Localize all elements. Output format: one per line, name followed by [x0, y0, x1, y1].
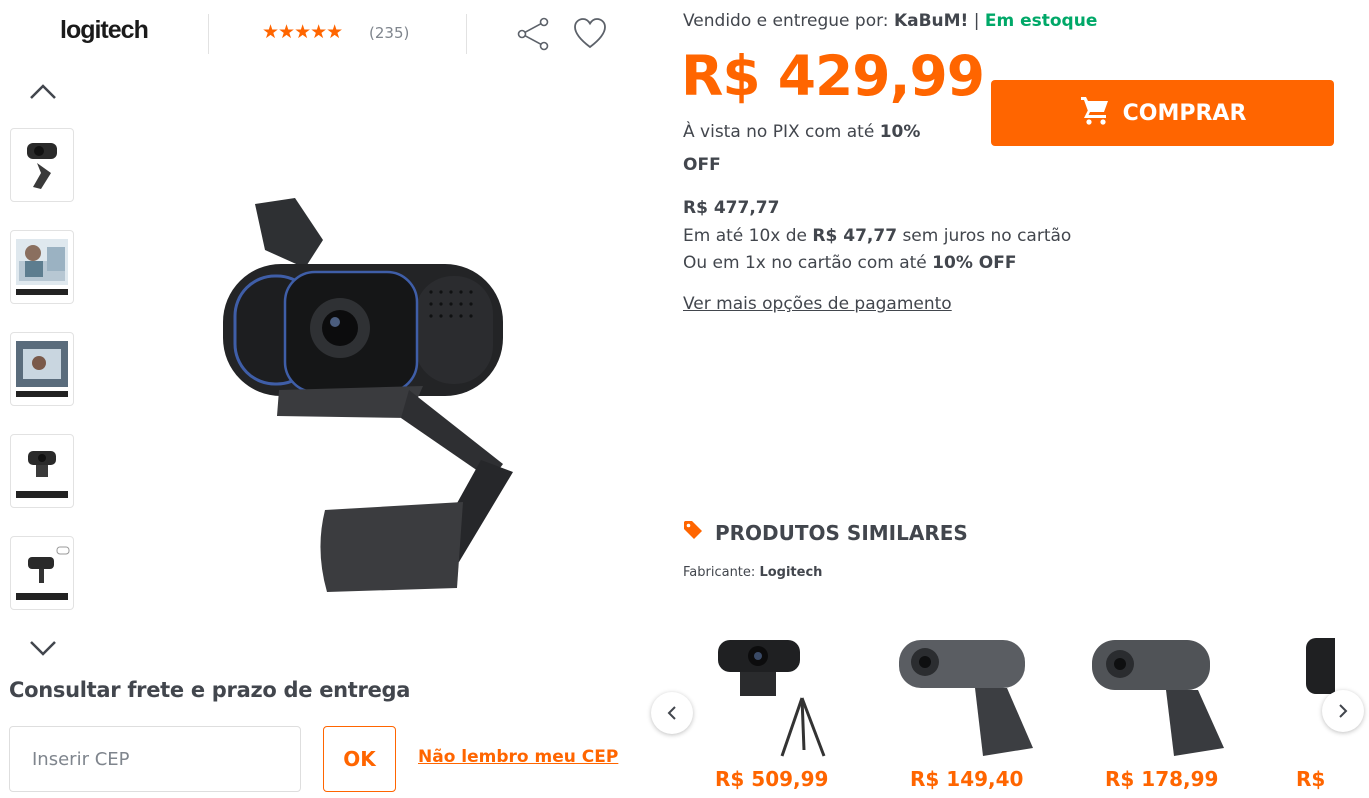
buy-label: COMPRAR	[1122, 100, 1247, 126]
pix-info: À vista no PIX com até 10% OFF	[683, 116, 958, 182]
seller-name[interactable]: KaBuM!	[894, 11, 968, 31]
similar-product-image-2[interactable]	[895, 632, 1040, 766]
seller-separator: |	[973, 11, 980, 31]
similar-product-price-3[interactable]: R$ 178,99	[1105, 767, 1218, 791]
more-payment-options-link[interactable]: Ver mais opções de pagamento	[683, 294, 952, 314]
heart-icon[interactable]	[572, 16, 608, 56]
product-main-image[interactable]	[195, 180, 525, 604]
thumbnail-2[interactable]	[10, 230, 74, 304]
share-icon[interactable]	[516, 16, 552, 56]
tag-icon	[683, 520, 703, 545]
similar-product-price-2[interactable]: R$ 149,40	[910, 767, 1023, 791]
review-count[interactable]: (235)	[369, 24, 409, 42]
buy-button[interactable]: COMPRAR	[991, 80, 1334, 146]
thumbnail-4[interactable]	[10, 434, 74, 508]
similar-product-price-1[interactable]: R$ 509,99	[715, 767, 828, 791]
similar-product-image-4[interactable]	[1300, 632, 1335, 702]
chevron-up-icon[interactable]	[28, 82, 58, 102]
chevron-right-icon[interactable]	[1322, 690, 1364, 732]
pix-prefix: À vista no PIX com até	[683, 122, 875, 142]
brand-logo[interactable]: logitech	[60, 16, 149, 45]
similar-product-image-3[interactable]	[1090, 632, 1230, 766]
cart-icon	[1079, 94, 1111, 132]
similar-product-image-1[interactable]	[710, 632, 840, 766]
seller-info: Vendido e entregue por: KaBuM! | Em esto…	[683, 11, 1097, 31]
old-price: R$ 477,77	[683, 198, 780, 218]
similar-products-title: PRODUTOS SIMILARES	[683, 520, 968, 545]
divider	[466, 14, 467, 54]
installments-prefix: Em até 10x de	[683, 226, 807, 246]
price: R$ 429,99	[681, 44, 985, 108]
installments-info: Em até 10x de R$ 47,77 sem juros no cart…	[683, 226, 1071, 246]
similar-product-price-4[interactable]: R$	[1296, 767, 1326, 791]
thumbnail-1[interactable]	[10, 128, 74, 202]
maker-prefix: Fabricante:	[683, 565, 756, 580]
rating-stars[interactable]: ★★★★★	[262, 21, 343, 43]
divider	[208, 14, 209, 54]
similar-title-text: PRODUTOS SIMILARES	[715, 520, 968, 545]
cep-input[interactable]	[9, 726, 301, 792]
card-discount: 10% OFF	[932, 253, 1017, 273]
forgot-cep-link[interactable]: Não lembro meu CEP	[418, 747, 618, 767]
card-discount-info: Ou em 1x no cartão com até 10% OFF	[683, 253, 1016, 273]
maker-name[interactable]: Logitech	[759, 565, 822, 580]
thumbnail-5[interactable]	[10, 536, 74, 610]
cep-ok-button[interactable]: OK	[323, 726, 396, 792]
chevron-left-icon[interactable]	[651, 692, 693, 734]
card-prefix: Ou em 1x no cartão com até	[683, 253, 927, 273]
stock-status: Em estoque	[984, 11, 1098, 31]
seller-prefix: Vendido e entregue por:	[683, 11, 889, 31]
shipping-title: Consultar frete e prazo de entrega	[9, 678, 411, 702]
thumbnail-3[interactable]	[10, 332, 74, 406]
chevron-down-icon[interactable]	[28, 638, 58, 658]
installment-value: R$ 47,77	[812, 226, 898, 246]
manufacturer: Fabricante: Logitech	[683, 565, 822, 580]
installments-suffix: sem juros no cartão	[902, 226, 1072, 246]
